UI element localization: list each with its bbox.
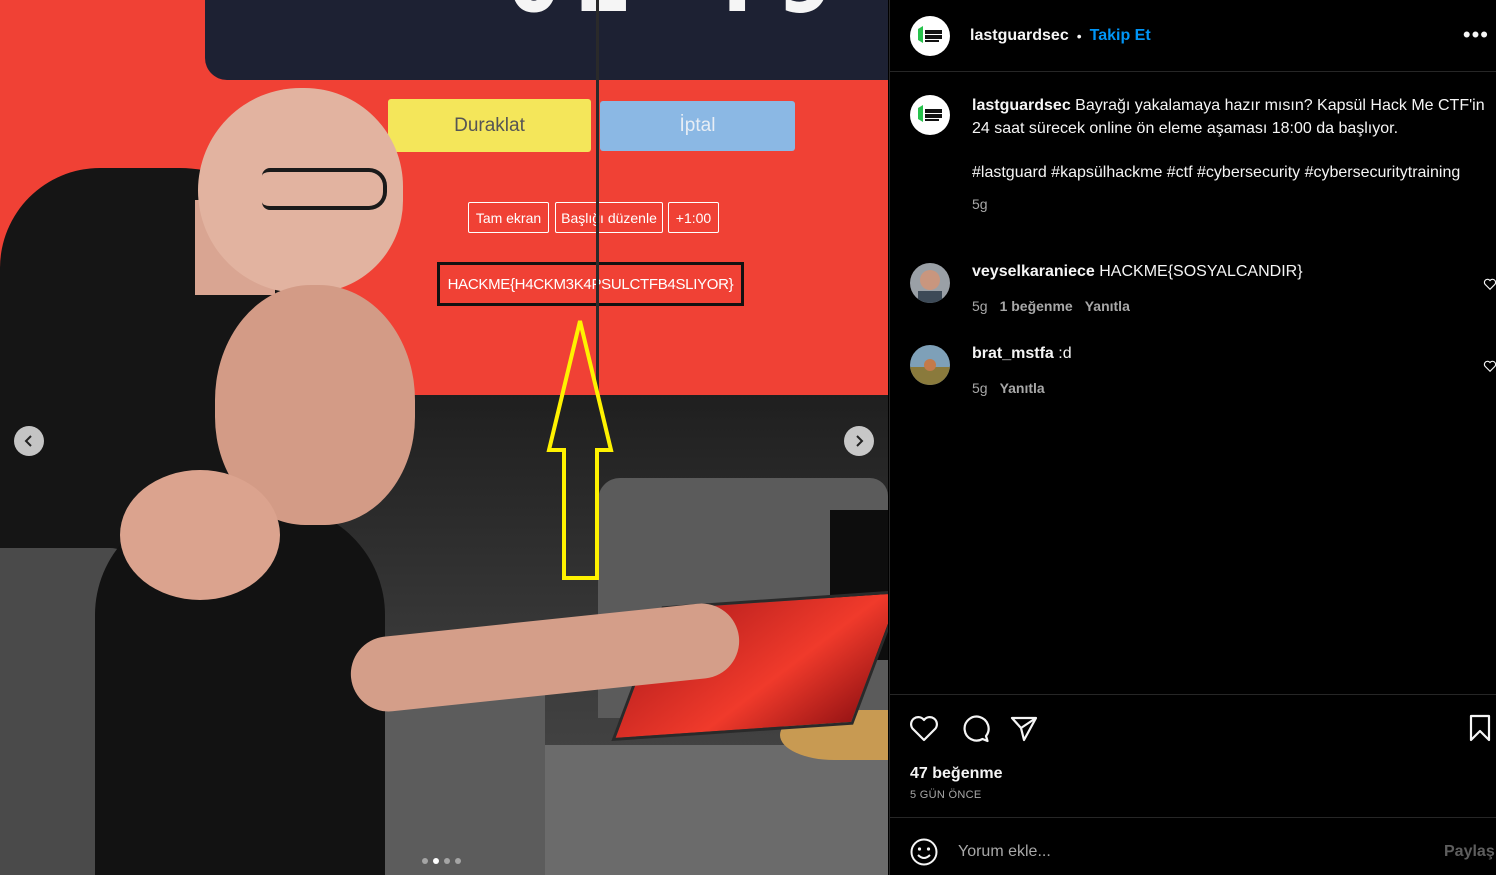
comment-text: HACKME{SOSYALCANDIR} — [1099, 263, 1303, 280]
comment-time: 5g — [972, 298, 988, 314]
add-comment-bar: Paylaş — [890, 819, 1496, 875]
screen-cancel-button: İptal — [600, 101, 795, 151]
comment-item: veyselkaraniece HACKME{SOSYALCANDIR} 5g … — [910, 263, 1496, 323]
comment-username[interactable]: brat_mstfa — [972, 345, 1054, 362]
commenter-avatar[interactable] — [910, 345, 950, 385]
post-comment-button[interactable]: Paylaş — [1444, 843, 1495, 861]
save-bookmark-icon[interactable] — [1464, 712, 1496, 744]
post-header: lastguardsec • Takip Et ••• — [890, 0, 1496, 72]
heart-icon[interactable] — [1483, 359, 1496, 373]
comment-item: brat_mstfa :d 5g Yanıtla — [910, 345, 1496, 405]
heart-icon[interactable] — [1483, 277, 1496, 291]
slide-dot — [422, 858, 428, 864]
timer-text: 01 :9 5 :57 — [505, 0, 888, 34]
comment-username[interactable]: veyselkaraniece — [972, 263, 1095, 280]
chevron-left-icon — [24, 435, 32, 447]
avatar[interactable] — [910, 95, 950, 135]
photo-scene: 01 :9 5 :57 Duraklat İptal Tam ekran Baş… — [0, 0, 888, 875]
chevron-right-icon — [856, 435, 864, 447]
lastguard-logo-icon — [918, 25, 942, 43]
screen-fullscreen-button: Tam ekran — [468, 202, 549, 233]
comment-meta: 5g 1 beğenme Yanıtla — [972, 298, 1130, 314]
screen-add-minute-button: +1:00 — [668, 202, 719, 233]
post-date: 5 GÜN ÖNCE — [910, 789, 982, 801]
screen-edit-title-button: Başlığı düzenle — [555, 202, 663, 233]
avatar[interactable] — [910, 15, 950, 56]
slide-dot-active — [433, 858, 439, 864]
share-send-icon[interactable] — [1008, 712, 1040, 744]
avatar-photo — [910, 263, 950, 303]
slide-dot — [444, 858, 450, 864]
slide-indicator — [422, 858, 461, 864]
post-details-panel: lastguardsec • Takip Et ••• lastguardsec… — [889, 0, 1496, 875]
separator-dot: • — [1076, 27, 1082, 44]
comment-input[interactable] — [958, 839, 1418, 865]
comment-body: veyselkaraniece HACKME{SOSYALCANDIR} — [972, 263, 1303, 281]
table — [495, 745, 888, 875]
comment-likes[interactable]: 1 beğenme — [1000, 298, 1073, 314]
comment-text: :d — [1058, 345, 1072, 362]
caption-hashtags[interactable]: #lastguard #kapsülhackme #ctf #cybersecu… — [972, 162, 1487, 185]
next-slide-button[interactable] — [844, 426, 874, 456]
like-heart-icon[interactable] — [908, 712, 940, 744]
more-options-button[interactable]: ••• — [1463, 22, 1489, 48]
yellow-arrow-icon — [546, 320, 614, 580]
caption-text-block: lastguardsec Bayrağı yakalamaya hazır mı… — [972, 95, 1487, 215]
follow-button[interactable]: Takip Et — [1090, 27, 1151, 45]
avatar-photo — [910, 345, 950, 385]
caption-time: 5g — [972, 195, 988, 212]
reply-button[interactable]: Yanıtla — [1085, 298, 1130, 314]
slide-dot — [455, 858, 461, 864]
like-count[interactable]: 47 beğenme — [910, 765, 1002, 783]
header-username[interactable]: lastguardsec — [970, 27, 1069, 45]
glasses — [262, 168, 387, 210]
comments-area: lastguardsec Bayrağı yakalamaya hazır mı… — [890, 73, 1496, 693]
post-actions: 47 beğenme 5 GÜN ÖNCE — [890, 694, 1496, 818]
emoji-icon[interactable] — [909, 837, 939, 867]
post-photo: 01 :9 5 :57 Duraklat İptal Tam ekran Baş… — [0, 0, 888, 875]
comment-meta: 5g Yanıtla — [972, 380, 1045, 396]
commenter-avatar[interactable] — [910, 263, 950, 303]
caption-username[interactable]: lastguardsec — [972, 97, 1071, 114]
screen-pause-button: Duraklat — [388, 99, 591, 152]
timer-panel: 01 :9 5 :57 — [205, 0, 888, 80]
previous-slide-button[interactable] — [14, 426, 44, 456]
comment-bubble-icon[interactable] — [959, 712, 991, 744]
reply-button[interactable]: Yanıtla — [1000, 380, 1045, 396]
comment-time: 5g — [972, 380, 988, 396]
comment-body: brat_mstfa :d — [972, 345, 1072, 363]
lastguard-logo-icon — [918, 105, 942, 122]
flag-highlight-box: HACKME{H4CKM3K4PSULCTFB4SLIYOR} — [437, 262, 744, 306]
standing-person-hand — [120, 470, 280, 600]
